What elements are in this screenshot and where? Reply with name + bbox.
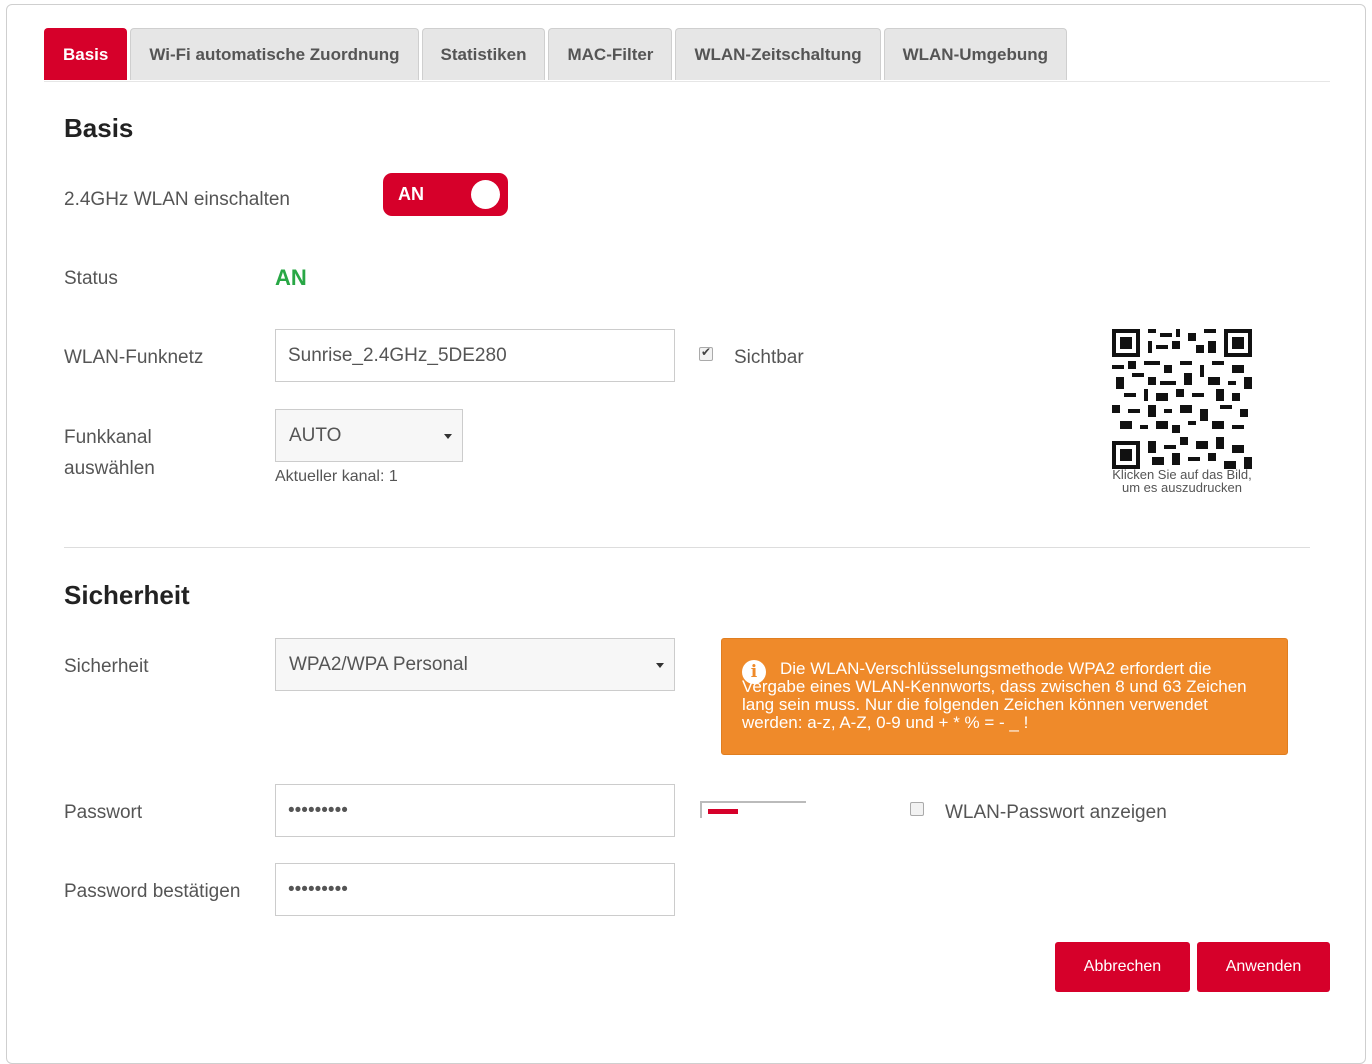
security-label: Sicherheit (64, 656, 149, 677)
confirm-password-input[interactable] (275, 863, 675, 916)
cancel-button[interactable]: Abbrechen (1055, 942, 1190, 992)
tab-bar: Basis Wi-Fi automatische Zuordnung Stati… (44, 28, 1070, 82)
password-label: Passwort (64, 802, 143, 823)
basis-heading: Basis (64, 113, 134, 143)
section-divider (64, 547, 1310, 548)
toggle-state-text: AN (398, 184, 424, 204)
tab-mac-filter[interactable]: MAC-Filter (548, 28, 673, 80)
content-panel (6, 4, 1366, 1064)
qr-caption: Klicken Sie auf das Bild, um es auszudru… (1112, 467, 1252, 495)
toggle-knob (471, 180, 500, 209)
current-channel-text: Aktueller kanal: 1 (275, 468, 398, 485)
tab-statistics[interactable]: Statistiken (421, 28, 546, 80)
wlan-enable-label: 2.4GHz WLAN einschalten (64, 189, 290, 210)
password-input[interactable] (275, 784, 675, 837)
channel-label-line1: Funkkanal (64, 427, 152, 448)
info-alert-text: Die WLAN-Verschlüsselungsmethode WPA2 er… (742, 659, 1247, 732)
tab-wlan-environment[interactable]: WLAN-Umgebung (883, 28, 1068, 80)
show-password-checkbox[interactable] (910, 802, 924, 816)
wlan-enable-toggle[interactable]: AN (383, 173, 508, 216)
ssid-input[interactable] (275, 329, 675, 382)
confirm-password-label: Password bestätigen (64, 881, 241, 902)
security-select-value: WPA2/WPA Personal (289, 654, 468, 675)
channel-label-line2: auswählen (64, 458, 155, 479)
show-password-label: WLAN-Passwort anzeigen (945, 802, 1167, 823)
tab-wifi-auto-assignment[interactable]: Wi-Fi automatische Zuordnung (130, 28, 419, 80)
status-value: AN (275, 265, 307, 290)
password-strength-meter (700, 801, 806, 818)
security-heading: Sicherheit (64, 580, 190, 610)
channel-select-value: AUTO (289, 425, 342, 446)
qr-code-icon[interactable] (1112, 329, 1252, 469)
info-alert: i Die WLAN-Verschlüsselungsmethode WPA2 … (721, 638, 1288, 755)
security-select[interactable]: WPA2/WPA Personal (275, 638, 675, 691)
apply-button[interactable]: Anwenden (1197, 942, 1330, 992)
channel-select[interactable]: AUTO (275, 409, 463, 462)
password-strength-fill (708, 809, 738, 814)
chevron-down-icon (444, 433, 452, 439)
tab-basis[interactable]: Basis (44, 28, 128, 80)
status-label: Status (64, 268, 118, 289)
ssid-label: WLAN-Funknetz (64, 347, 204, 368)
tab-wlan-schedule[interactable]: WLAN-Zeitschaltung (675, 28, 881, 80)
visible-checkbox[interactable] (699, 345, 713, 361)
chevron-down-icon (656, 662, 664, 668)
tab-underline (44, 81, 1330, 82)
visible-label: Sichtbar (734, 347, 804, 368)
